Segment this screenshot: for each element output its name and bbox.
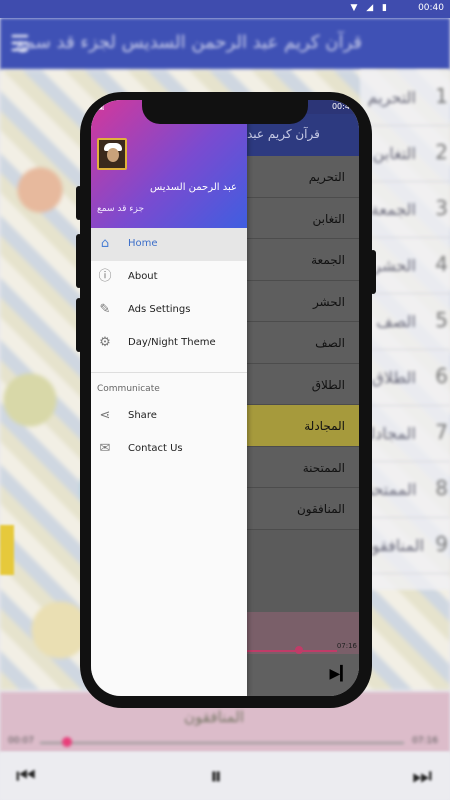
background-row-number: 6 [435,364,448,388]
background-row-number: 9 [435,532,448,556]
background-list-row: المنافقون 9 [360,518,450,574]
next-icon: ⏭ [412,764,432,789]
avatar [97,138,127,170]
surah-list-item[interactable]: المجادلة [247,405,359,447]
background-row-name: الطلاق [371,368,416,387]
home-icon: ⌂ [100,236,110,251]
surah-list-item[interactable]: الصف [247,322,359,364]
background-list-row: التغابن 2 [360,126,450,182]
nav-item-ads-settings[interactable]: ✎ Ads Settings [91,294,247,327]
nav-item-contact-us[interactable]: ✉ Contact Us [91,433,247,466]
share-icon: ⋖ [99,408,111,423]
surah-list: التحريم التغابن الجمعة الحشر الصف الطلاق المجا… [247,156,359,586]
background-surah-list: التحريم 1 التغابن 2 الجمعة 3 الحشر 4 الصف 5 الطلاق… [360,70,450,590]
notification-icon: ▣ [97,102,105,111]
background-list-row: الطلاق 6 [360,350,450,406]
background-list-row: الجمعة 3 [360,182,450,238]
next-track-icon[interactable]: ▶▎ [329,666,351,682]
app-title: قرآن كريم عبد [247,127,320,141]
nav-item-theme[interactable]: ⚙ Day/Night Theme [91,327,247,360]
background-list-row: الصف 5 [360,294,450,350]
gear-icon: ⚙ [99,335,111,350]
nav-label-share: Share [128,410,157,421]
nav-label-ads-settings: Ads Settings [128,304,191,315]
status-time: 00:40 [418,3,444,13]
background-time-end: 07:16 [412,736,438,746]
background-highlight [0,525,14,575]
nav-label-home: Home [128,238,158,249]
background-row-name: الحشر [373,256,416,275]
player-bar: 07:16 [247,612,359,654]
drawer-header-subtitle: جزء قد سمع [97,204,145,214]
background-status-bar: ▼ ◢ ▮ 00:40 [0,0,450,18]
avatar-face [107,148,119,162]
surah-list-item[interactable]: الحشر [247,280,359,322]
background-app-title: قرآن كريم عبد الرحمن السديس لجزء قد سمع [15,32,362,53]
drawer-divider [91,372,247,373]
drawer-header-name: عبد الرحمن السديس [149,182,237,193]
background-list-row: الممتحنة 8 [360,462,450,518]
nav-item-share[interactable]: ⋖ Share [91,400,247,433]
surah-list-item[interactable]: التغابن [247,197,359,239]
info-icon: ⓘ [98,269,112,284]
previous-icon: ⏮ [16,764,36,789]
background-list-row: المجادلة 7 [360,406,450,462]
status-icons: ▼ ◢ ▮ [350,3,390,13]
background-seek-track [40,742,404,744]
background-row-name: التغابن [372,144,416,163]
surah-list-item[interactable]: التحريم [247,156,359,198]
background-app-bar: ☰ قرآن كريم عبد الرحمن السديس لجزء قد سم… [0,18,450,70]
surah-list-item[interactable]: الممتحنة [247,446,359,488]
background-controls: ⏮ ⏸ ⏭ [0,752,450,800]
surah-list-item[interactable]: الجمعة [247,239,359,281]
background-row-number: 1 [435,84,448,108]
surah-list-item[interactable]: المنافقون [247,488,359,530]
wrench-icon: ✎ [99,302,111,317]
background-row-name: الجمعة [370,200,416,219]
background-row-number: 2 [435,140,448,164]
background-row-number: 3 [435,196,448,220]
mail-icon: ✉ [99,441,111,456]
background-row-number: 8 [435,476,448,500]
player-time: 07:16 [336,642,357,650]
phone-notch [142,100,308,124]
section-title-communicate: Communicate [97,384,160,394]
background-row-name: التحريم [367,88,416,107]
nav-label-contact-us: Contact Us [128,443,183,454]
background-row-number: 7 [435,420,448,444]
navigation-drawer: ▣ عبد الرحمن السديس جزء قد سمع ⌂ Home ⓘ … [91,100,247,696]
seek-track[interactable] [247,650,337,652]
pause-icon: ⏸ [210,762,222,790]
background-row-number: 4 [435,252,448,276]
nav-item-about[interactable]: ⓘ About [91,261,247,294]
nav-label-theme: Day/Night Theme [128,337,216,348]
background-row-number: 5 [435,308,448,332]
background-row-name: الصف [376,312,416,331]
player-controls: ▶▎ [247,654,359,696]
seek-thumb[interactable] [295,646,303,654]
app-status-time: 00:40 [331,102,355,111]
phone-screen: 00:40 قرآن كريم عبد التحريم التغابن الجمعة… [91,100,359,696]
nav-label-about: About [128,271,158,282]
background-time-start: 00:07 [8,736,34,746]
surah-list-item[interactable]: الطلاق [247,363,359,405]
background-seek-thumb [62,737,72,747]
background-list-row: التحريم 1 [360,70,450,126]
background-player-title: المنافقون [184,708,245,726]
nav-item-home[interactable]: ⌂ Home [91,228,247,261]
